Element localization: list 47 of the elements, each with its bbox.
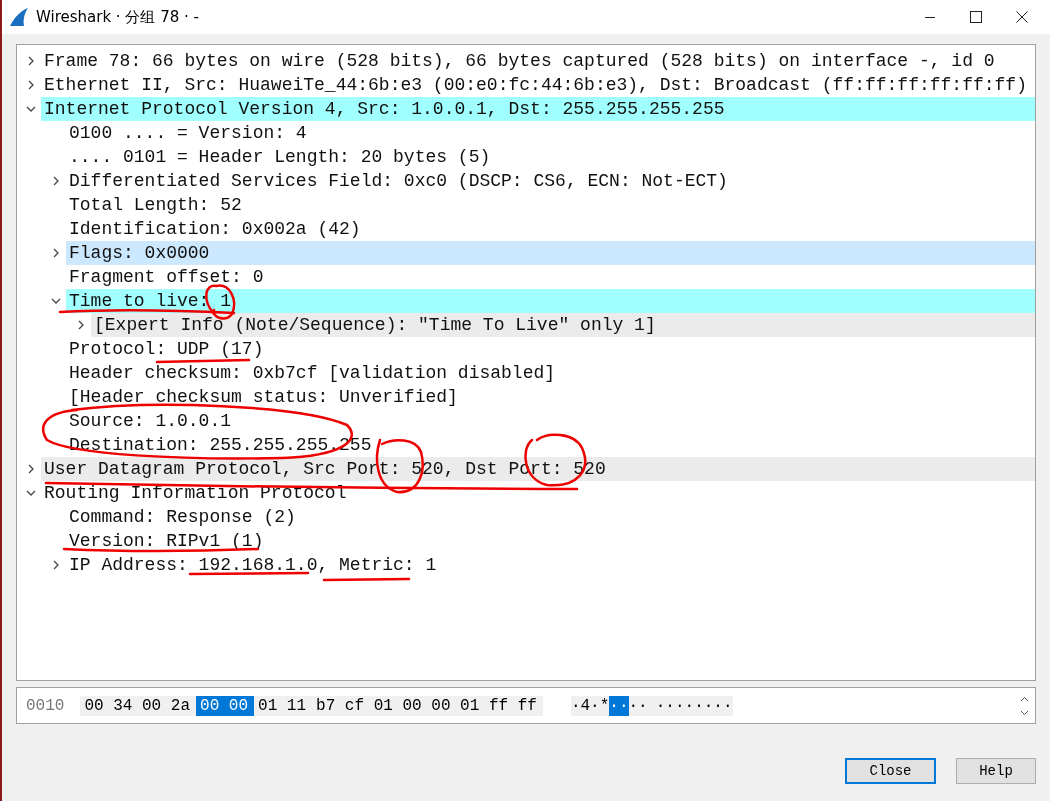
ascii-bytes[interactable]: ········ <box>655 695 733 716</box>
tree-item[interactable]: Header checksum: 0xb7cf [validation disabled] <box>66 361 1035 385</box>
tree-item[interactable]: Frame 78: 66 bytes on wire (528 bits), 66 bytes captured (528 bits) on interface -, id 0 <box>41 49 1035 73</box>
scroll-down-icon[interactable] <box>1020 709 1029 716</box>
tree-item[interactable]: Protocol: UDP (17) <box>66 337 1035 361</box>
tree-item[interactable]: Identification: 0x002a (42) <box>66 217 1035 241</box>
tree-item[interactable]: Ethernet II, Src: HuaweiTe_44:6b:e3 (00:e0:fc:44:6b:e3), Dst: Broadcast (ff:ff:ff:ff:ff:ff) <box>41 73 1035 97</box>
tree-item[interactable]: 0100 .... = Version: 4 <box>66 121 1035 145</box>
hex-bytes[interactable]: 00 00 <box>196 695 255 716</box>
tree-item[interactable]: Source: 1.0.0.1 <box>66 409 1035 433</box>
chevron-down-icon[interactable] <box>26 104 36 114</box>
ascii-bytes[interactable]: ·· <box>609 695 629 716</box>
tree-item[interactable]: IP Address: 192.168.1.0, Metric: 1 <box>66 553 1035 577</box>
ascii-bytes[interactable]: ·· <box>628 695 656 716</box>
tree-item[interactable]: Total Length: 52 <box>66 193 1035 217</box>
tree-item[interactable]: Fragment offset: 0 <box>66 265 1035 289</box>
chevron-right-icon[interactable] <box>26 56 36 66</box>
tree-item[interactable]: [Header checksum status: Unverified] <box>66 385 1035 409</box>
chevron-right-icon[interactable] <box>26 464 36 474</box>
dialog-button[interactable]: Help <box>956 758 1036 784</box>
chevron-down-icon[interactable] <box>26 488 36 498</box>
tree-item[interactable]: Flags: 0x0000 <box>66 241 1035 265</box>
tree-item[interactable]: Time to live: 1 <box>66 289 1035 313</box>
tree-item[interactable]: [Expert Info (Note/Sequence): "Time To Live" only 1] <box>91 313 1035 337</box>
shark-fin-icon <box>8 6 30 28</box>
chevron-right-icon[interactable] <box>51 176 61 186</box>
tree-item[interactable]: Command: Response (2) <box>66 505 1035 529</box>
tree-item[interactable]: Routing Information Protocol <box>41 481 1035 505</box>
chevron-down-icon[interactable] <box>51 296 61 306</box>
hex-offset: 0010 <box>25 696 66 715</box>
tree-item[interactable]: Version: RIPv1 (1) <box>66 529 1035 553</box>
tree-item[interactable]: Differentiated Services Field: 0xc0 (DSCP: CS6, ECN: Not-ECT) <box>66 169 1035 193</box>
tree-item[interactable]: Internet Protocol Version 4, Src: 1.0.0.1, Dst: 255.255.255.255 <box>41 97 1035 121</box>
scroll-up-icon[interactable] <box>1020 695 1029 702</box>
chevron-right-icon[interactable] <box>51 560 61 570</box>
close-icon[interactable] <box>1016 11 1028 23</box>
dialog-button[interactable]: Close <box>845 758 936 784</box>
chevron-right-icon[interactable] <box>76 320 86 330</box>
maximize-icon[interactable] <box>970 11 982 23</box>
ascii-bytes[interactable]: ·4·* <box>570 695 610 716</box>
tree-item[interactable]: .... 0101 = Header Length: 20 bytes (5) <box>66 145 1035 169</box>
chevron-right-icon[interactable] <box>51 248 61 258</box>
chevron-right-icon[interactable] <box>26 80 36 90</box>
hex-bytes[interactable]: b7 cf 01 00 00 01 ff ff <box>312 695 543 716</box>
hex-bytes[interactable]: 01 11 <box>254 695 313 716</box>
window-title: Wireshark · 分组 78 · - <box>36 7 199 27</box>
hex-bytes[interactable]: 00 34 00 2a <box>80 695 197 716</box>
